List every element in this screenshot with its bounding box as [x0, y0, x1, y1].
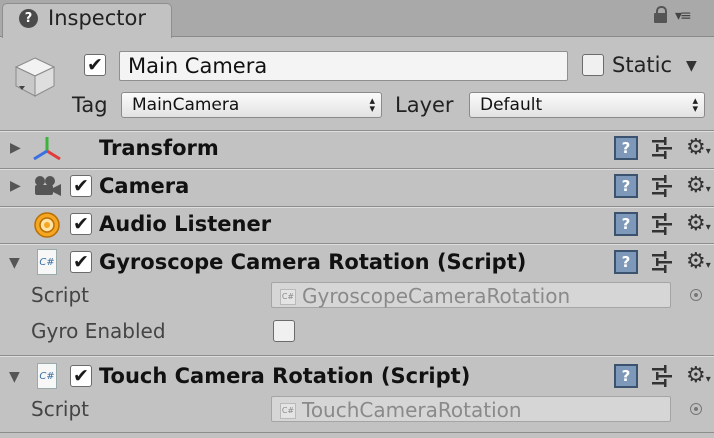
script-object-field[interactable]: C# TouchCameraRotation — [271, 396, 671, 422]
gear-icon[interactable]: ⚙▾ — [686, 251, 711, 277]
csharp-mini-icon: C# — [280, 403, 296, 419]
layer-label: Layer — [395, 93, 454, 117]
active-checkbox[interactable]: ✔ — [84, 54, 106, 76]
csharp-mini-icon: C# — [280, 289, 296, 305]
preset-icon[interactable] — [652, 137, 672, 159]
camera-enabled-checkbox[interactable]: ✔ — [70, 175, 92, 197]
inspector-tab-label: Inspector — [48, 6, 146, 30]
gyro-enabled-label: Gyro Enabled — [31, 319, 166, 343]
layer-value: Default — [480, 95, 543, 115]
dropdown-arrows-icon: ▴ ▾ — [369, 94, 375, 115]
help-icon[interactable]: ? — [614, 250, 638, 274]
divider — [0, 356, 714, 357]
component-title-touch[interactable]: Touch Camera Rotation (Script) — [99, 364, 470, 388]
touch-enabled-checkbox[interactable]: ✔ — [70, 365, 92, 387]
help-icon[interactable]: ? — [614, 136, 638, 160]
camera-icon — [35, 176, 61, 196]
gyroscope-foldout[interactable]: ▼ — [9, 255, 20, 271]
divider — [0, 432, 714, 433]
help-icon[interactable]: ? — [614, 212, 638, 236]
layer-dropdown[interactable]: Default ▴ ▾ — [469, 92, 705, 118]
audio-listener-icon — [34, 212, 60, 238]
gear-icon[interactable]: ⚙▾ — [686, 175, 711, 201]
tag-value: MainCamera — [132, 95, 240, 115]
gyro-enabled-checkbox[interactable] — [273, 320, 295, 342]
gear-icon[interactable]: ⚙▾ — [686, 213, 711, 239]
divider — [0, 169, 714, 170]
audio-listener-enabled-checkbox[interactable]: ✔ — [70, 213, 92, 235]
info-icon: ? — [19, 9, 38, 28]
gameobject-name-input[interactable] — [119, 51, 568, 81]
divider — [0, 131, 714, 132]
preset-icon[interactable] — [652, 251, 672, 273]
tag-label: Tag — [72, 93, 108, 117]
gear-icon[interactable]: ⚙▾ — [686, 137, 711, 163]
preset-icon[interactable] — [652, 213, 672, 235]
component-title-gyroscope[interactable]: Gyroscope Camera Rotation (Script) — [99, 250, 526, 274]
gear-icon[interactable]: ⚙▾ — [686, 365, 711, 391]
transform-axes-icon — [33, 137, 61, 161]
preset-icon[interactable] — [652, 175, 672, 197]
preset-icon[interactable] — [652, 365, 672, 387]
component-title-audio-listener[interactable]: Audio Listener — [99, 212, 271, 236]
static-label: Static — [612, 53, 673, 77]
help-icon[interactable]: ? — [614, 174, 638, 198]
component-title-camera[interactable]: Camera — [99, 174, 189, 198]
script-value: GyroscopeCameraRotation — [302, 284, 571, 308]
csharp-script-icon: C# — [37, 363, 57, 389]
touch-foldout[interactable]: ▼ — [9, 369, 20, 385]
script-object-field[interactable]: C# GyroscopeCameraRotation — [271, 282, 671, 308]
component-title-transform[interactable]: Transform — [99, 136, 219, 160]
tag-dropdown[interactable]: MainCamera ▴ ▾ — [121, 92, 382, 118]
script-label: Script — [31, 283, 90, 307]
static-checkbox[interactable] — [582, 54, 604, 76]
script-label: Script — [31, 397, 90, 421]
tab-menu-icon[interactable]: ▾≡ — [675, 8, 692, 24]
gyroscope-enabled-checkbox[interactable]: ✔ — [70, 251, 92, 273]
gameobject-cube-icon — [14, 57, 56, 97]
lock-icon[interactable] — [654, 6, 667, 23]
dropdown-arrows-icon: ▴ ▾ — [692, 94, 698, 115]
script-value: TouchCameraRotation — [302, 398, 522, 422]
transform-foldout[interactable]: ▶ — [10, 140, 21, 156]
divider — [0, 207, 714, 208]
static-dropdown-arrow-icon[interactable]: ▼ — [686, 58, 697, 74]
csharp-script-icon: C# — [37, 249, 57, 275]
help-icon[interactable]: ? — [614, 364, 638, 388]
object-picker-icon[interactable] — [690, 289, 702, 301]
object-picker-icon[interactable] — [690, 403, 702, 415]
camera-foldout[interactable]: ▶ — [10, 178, 21, 194]
divider — [0, 244, 714, 245]
